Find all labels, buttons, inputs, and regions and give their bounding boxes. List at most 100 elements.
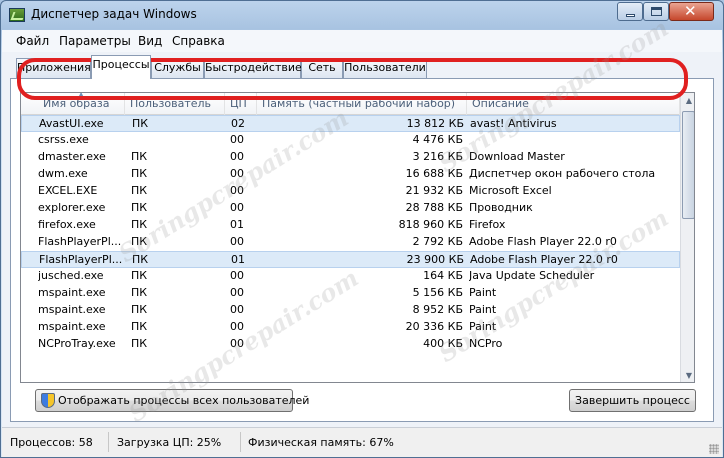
- cell-name: csrss.exe: [38, 133, 89, 146]
- cell-mem: 400 КБ: [423, 337, 463, 350]
- cell-user: ПК: [131, 167, 148, 180]
- tab-users[interactable]: Пользователи: [343, 58, 427, 78]
- cell-mem: 28 788 КБ: [405, 201, 463, 214]
- cell-mem: 164 КБ: [423, 269, 463, 282]
- status-divider: [108, 432, 109, 452]
- cell-name: mspaint.exe: [38, 320, 106, 333]
- cell-desc: Диспетчер окон рабочего стола: [469, 167, 656, 180]
- task-manager-window: Диспетчер задач Windows ✕ Файл Параметры…: [0, 0, 724, 458]
- minimize-icon: [626, 14, 635, 17]
- table-row[interactable]: dwm.exe ПК 00 16 688 КБ Диспетчер окон рабоч…: [21, 166, 680, 183]
- resize-grip-icon[interactable]: [709, 444, 719, 454]
- table-row[interactable]: explorer.exe ПК 00 28 788 КБ Проводник: [21, 200, 680, 217]
- table-row[interactable]: AvastUI.exe ПК 02 13 812 КБ avast! Antivirus: [21, 115, 680, 132]
- end-process-button[interactable]: Завершить процесс: [569, 389, 696, 412]
- scroll-up-icon[interactable]: ▲: [681, 93, 694, 109]
- cell-desc: NCPro: [469, 337, 503, 350]
- cell-desc: Adobe Flash Player 22.0 r0: [469, 235, 617, 248]
- maximize-icon: [651, 7, 662, 16]
- menu-view[interactable]: Вид: [138, 34, 162, 48]
- table-row[interactable]: mspaint.exe ПК 00 8 952 КБ Paint: [21, 302, 680, 319]
- table-row[interactable]: dmaster.exe ПК 00 3 216 КБ Download Master: [21, 149, 680, 166]
- table-row[interactable]: NCProTray.exe ПК 00 400 КБ NCPro: [21, 336, 680, 353]
- column-memory[interactable]: Память (частный рабочий набор): [257, 93, 467, 115]
- table-row[interactable]: csrss.exe 00 4 476 КБ: [21, 132, 680, 149]
- close-button[interactable]: ✕: [669, 2, 714, 21]
- menu-options[interactable]: Параметры: [59, 34, 131, 48]
- column-description[interactable]: Описание: [467, 93, 680, 115]
- cell-cpu: 00: [230, 269, 244, 282]
- cell-name: AvastUI.exe: [39, 117, 104, 130]
- cell-user: ПК: [131, 303, 148, 316]
- cell-user: ПК: [131, 286, 148, 299]
- tab-performance[interactable]: Быстродействие: [204, 58, 302, 78]
- cell-mem: 21 932 КБ: [405, 184, 463, 197]
- table-row[interactable]: FlashPlayerPl... ПК 00 2 792 КБ Adobe Flash …: [21, 234, 680, 251]
- cell-desc: Paint: [469, 303, 497, 316]
- column-label: Память (частный рабочий набор): [262, 97, 456, 110]
- cell-mem: 5 156 КБ: [412, 286, 463, 299]
- process-list[interactable]: ▲ Имя образа Пользователь ЦП Память (част…: [20, 92, 695, 383]
- status-divider: [240, 432, 241, 452]
- scroll-down-icon[interactable]: ▼: [681, 368, 694, 382]
- processes-panel: ▲ Имя образа Пользователь ЦП Память (част…: [10, 78, 714, 422]
- cell-name: explorer.exe: [38, 201, 106, 214]
- cell-mem: 23 900 КБ: [406, 253, 464, 266]
- cell-name: FlashPlayerPl...: [38, 235, 122, 248]
- cell-cpu: 00: [230, 201, 244, 214]
- title-bar[interactable]: Диспетчер задач Windows ✕: [1, 1, 723, 29]
- tab-network[interactable]: Сеть: [301, 58, 343, 78]
- cell-user: ПК: [131, 235, 148, 248]
- tab-processes[interactable]: Процессы: [91, 55, 151, 79]
- maximize-button[interactable]: [643, 2, 669, 21]
- cell-user: ПК: [131, 184, 148, 197]
- table-row[interactable]: EXCEL.EXE ПК 00 21 932 КБ Microsoft Excel: [21, 183, 680, 200]
- cell-mem: 3 216 КБ: [412, 150, 463, 163]
- cell-user: ПК: [132, 117, 149, 130]
- cell-user: ПК: [131, 201, 148, 214]
- cell-mem: 13 812 КБ: [406, 117, 464, 130]
- cell-cpu: 00: [230, 303, 244, 316]
- minimize-button[interactable]: [617, 2, 643, 21]
- table-row[interactable]: mspaint.exe ПК 00 5 156 КБ Paint: [21, 285, 680, 302]
- window-title: Диспетчер задач Windows: [31, 7, 197, 21]
- table-row[interactable]: FlashPlayerPl... ПК 01 23 900 КБ Adobe Flash…: [21, 251, 680, 268]
- status-cpu: Загрузка ЦП: 25%: [117, 436, 222, 449]
- tab-services[interactable]: Службы: [151, 58, 204, 78]
- menu-help[interactable]: Справка: [172, 34, 225, 48]
- scrollbar-thumb[interactable]: [682, 111, 694, 219]
- column-label: Описание: [472, 97, 529, 110]
- cell-cpu: 00: [230, 320, 244, 333]
- cell-name: dmaster.exe: [38, 150, 106, 163]
- cell-cpu: 00: [230, 337, 244, 350]
- table-row[interactable]: mspaint.exe ПК 00 20 336 КБ Paint: [21, 319, 680, 336]
- cell-mem: 16 688 КБ: [405, 167, 463, 180]
- column-label: Имя образа: [43, 97, 110, 110]
- table-row[interactable]: firefox.exe ПК 01 818 960 КБ Firefox: [21, 217, 680, 234]
- column-image-name[interactable]: ▲ Имя образа: [38, 93, 125, 115]
- menu-file[interactable]: Файл: [16, 34, 49, 48]
- cell-name: FlashPlayerPl...: [39, 253, 123, 266]
- status-memory: Физическая память: 67%: [248, 436, 394, 449]
- cell-desc: Java Update Scheduler: [469, 269, 595, 282]
- vertical-scrollbar[interactable]: ▲ ▼: [680, 93, 694, 382]
- cell-cpu: 00: [230, 150, 244, 163]
- cell-name: jusched.exe: [38, 269, 104, 282]
- uac-shield-icon: [41, 393, 55, 408]
- tab-applications[interactable]: Приложения: [16, 58, 91, 78]
- close-icon: ✕: [684, 2, 697, 20]
- column-cpu[interactable]: ЦП: [225, 93, 257, 115]
- cell-user: ПК: [131, 218, 148, 231]
- cell-desc: Microsoft Excel: [469, 184, 552, 197]
- column-user[interactable]: Пользователь: [125, 93, 225, 115]
- cell-cpu: 00: [230, 286, 244, 299]
- show-all-users-button[interactable]: Отображать процессы всех пользователей: [35, 389, 309, 412]
- column-label: Пользователь: [130, 97, 212, 110]
- cell-name: EXCEL.EXE: [38, 184, 98, 197]
- cell-desc: Adobe Flash Player 22.0 r0: [470, 253, 618, 266]
- cell-mem: 8 952 КБ: [412, 303, 463, 316]
- cell-desc: Download Master: [469, 150, 565, 163]
- cell-name: mspaint.exe: [38, 286, 106, 299]
- cell-name: dwm.exe: [38, 167, 88, 180]
- table-row[interactable]: jusched.exe ПК 00 164 КБ Java Update Schedul…: [21, 268, 680, 285]
